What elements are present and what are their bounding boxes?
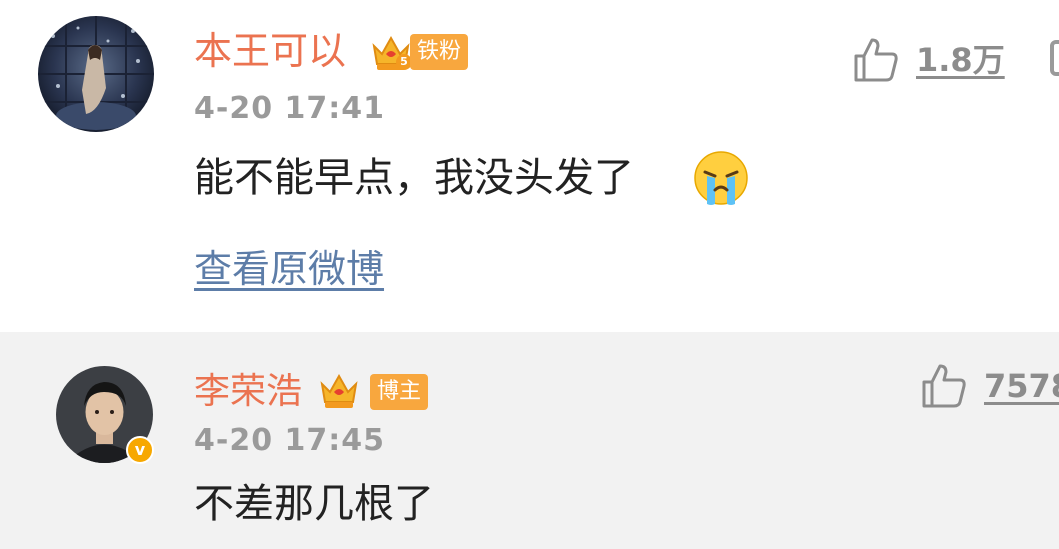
like-icon[interactable] [852, 36, 900, 84]
comment-text: 能不能早点，我没头发了 [194, 155, 634, 201]
comment-item: 本王可以 5 铁粉 4-20 17:41 能不能早点，我没头发了 查看原微博 1… [0, 0, 1059, 332]
username[interactable]: 本王可以 [194, 32, 346, 70]
comment-time: 4-20 17:45 [194, 423, 386, 458]
author-tag: 博主 [370, 374, 429, 410]
view-original-link[interactable]: 查看原微博 [194, 250, 384, 288]
comment-time: 4-20 17:41 [194, 91, 386, 126]
reply-icon[interactable] [1050, 40, 1059, 76]
verified-badge: v [126, 436, 154, 464]
username[interactable]: 李荣浩 [194, 374, 302, 410]
like-count[interactable]: 7578 [984, 370, 1059, 402]
comment-item-author-reply: v 李荣浩 博主 4-20 17:45 不差那几根了 7578 [0, 332, 1059, 549]
like-count[interactable]: 1.8万 [916, 44, 1005, 76]
fan-tag: 铁粉 [410, 34, 469, 70]
like-icon[interactable] [920, 362, 968, 410]
comment-text: 不差那几根了 [194, 481, 434, 527]
comment-list: 本王可以 5 铁粉 4-20 17:41 能不能早点，我没头发了 查看原微博 1… [0, 0, 1059, 549]
crown-icon [320, 373, 358, 408]
crying-face-icon [694, 151, 748, 205]
avatar[interactable] [38, 16, 154, 132]
